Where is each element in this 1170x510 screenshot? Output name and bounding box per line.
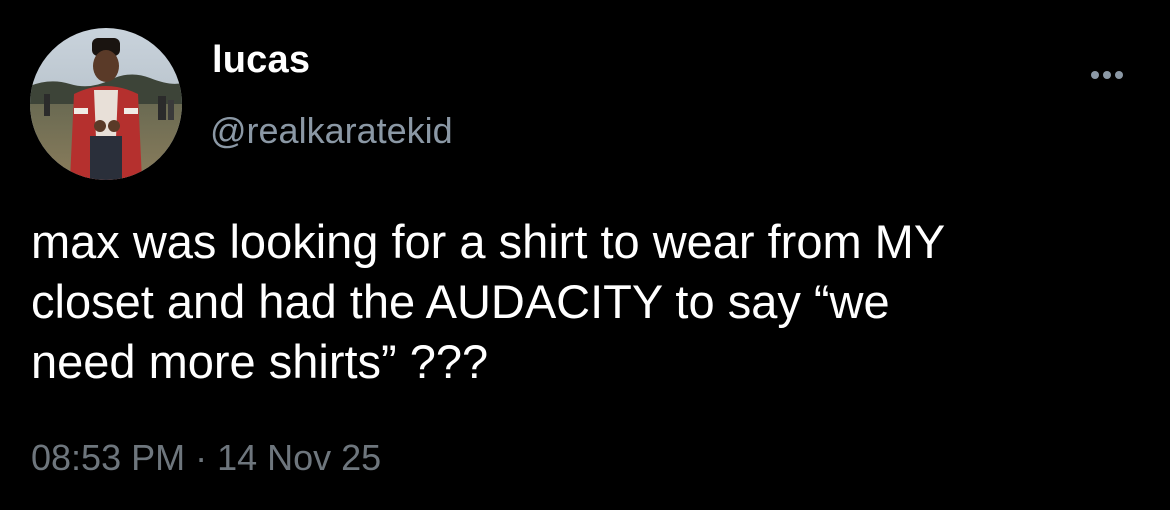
tweet-time: 08:53 PM [31, 437, 186, 478]
tweet-text: max was looking for a shirt to wear from… [31, 215, 946, 388]
tweet-date: 14 Nov 25 [217, 437, 382, 478]
tweet-timestamp[interactable]: 08:53 PM · 14 Nov 25 [31, 434, 381, 482]
avatar[interactable] [30, 28, 182, 180]
avatar-photo [30, 28, 182, 180]
display-name[interactable]: lucas [212, 36, 310, 84]
tweet-card: lucas @realkaratekid max was looking for… [0, 0, 1170, 510]
more-options-icon[interactable] [1084, 62, 1130, 88]
user-handle[interactable]: @realkaratekid [210, 108, 453, 154]
meta-separator: · [195, 437, 208, 478]
